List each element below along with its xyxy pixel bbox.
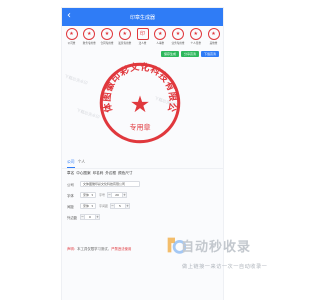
template-label: 其他章 (209, 42, 218, 45)
font-size-stepper[interactable]: − 20 + (107, 192, 128, 198)
template-label: 发票专用章 (118, 42, 132, 45)
font-row: 字体 宋体 ▾ 字号 − 20 + (67, 192, 218, 198)
template-label: 人事章 (156, 42, 165, 45)
template-label: 业务专用章 (171, 42, 185, 45)
font-label: 字体 (67, 193, 74, 198)
star-icon: ★ (130, 92, 151, 118)
page-title: 印章生成器 (129, 14, 155, 21)
template-item[interactable]: ★ 其他章 (207, 28, 220, 50)
company-input[interactable]: 文体图徽印彩文化科技有限公司 (80, 181, 140, 187)
template-item[interactable]: ★ 人事章 (154, 28, 167, 50)
template-list: ★ 公司章 ★ 财务专用章 ★ 合同专用章 ★ 发票专用章 印法人章 ★ 人事章 ★ 业务专用章 ★ 个人签… (62, 26, 223, 50)
margin-value[interactable]: 0 (85, 214, 95, 220)
chevron-down-icon: ▾ (91, 204, 93, 208)
letter-spacing-value[interactable]: 5 (115, 203, 126, 209)
template-label: 合同专用章 (100, 42, 114, 45)
font-select[interactable]: 宋体 ▾ (80, 192, 96, 198)
mode-tabs: 公司 个人 (62, 159, 223, 169)
template-label: 公司章 (67, 42, 76, 45)
subtab-color-size[interactable]: 颜色尺寸 (118, 171, 132, 176)
margin-row: 外边距 − 0 + (67, 214, 218, 220)
subtab-border[interactable]: 外边框 (105, 171, 116, 176)
share-button[interactable]: 分享高清 (180, 51, 199, 57)
template-item[interactable]: ★ 财务专用章 (83, 28, 96, 50)
font-size-value[interactable]: 20 (112, 192, 123, 198)
chevron-down-icon: ▾ (91, 193, 93, 197)
tab-company[interactable]: 公司 (67, 159, 75, 168)
seal-thumbnail-icon: ★ (154, 28, 167, 40)
template-label: 个人签章 (190, 42, 201, 45)
brand-tagline: 做上链接一来访一次一自动收录一 (182, 264, 268, 270)
seal-thumbnail-icon: ★ (172, 28, 184, 40)
plus-icon[interactable]: + (125, 203, 131, 209)
template-item[interactable]: 印法人章 (136, 28, 149, 50)
font-size-label: 字号 (99, 193, 106, 197)
save-button[interactable]: 保存生成 (160, 51, 179, 57)
plus-icon[interactable]: + (122, 192, 128, 198)
download-button[interactable]: 下载高清 (200, 51, 219, 57)
action-row: 保存生成 分享高清 下载高清 (62, 51, 223, 57)
app-window: ‹ 印章生成器 ★ 公司章 ★ 财务专用章 ★ 合同专用章 ★ 发票专用章 印法人章 ★ 人事章 ★ 业… (62, 8, 223, 300)
disclaimer-suffix: 严禁违法使用 (111, 247, 132, 251)
seal-thumbnail-icon: ★ (207, 28, 220, 40)
spacing-label: 间距 (67, 204, 74, 209)
margin-label: 外边距 (67, 215, 78, 220)
subtab-center-pattern[interactable]: 中心图案 (76, 171, 90, 176)
subtab-code[interactable]: 印名码 (93, 171, 104, 176)
seal-stamp: 文体图徽印彩文化科技有限公司 ★ 专用章 (96, 59, 181, 144)
seal-thumbnail-icon: ★ (83, 28, 96, 40)
settings-form: 公司 文体图徽印彩文化科技有限公司 字体 宋体 ▾ 字号 − 20 + 间距 宋体… (62, 178, 223, 228)
company-label: 公司 (67, 182, 74, 187)
stamp-preview: 下载后无水印 下载后无水印 下载后无水印 文体图徽印彩文化科技有限公司 ★ 专用… (62, 59, 223, 155)
watermark-text: 下载后无水印 (63, 73, 89, 86)
spacing-select[interactable]: 宋体 ▾ (80, 203, 96, 209)
seal-thumbnail-icon: ★ (189, 28, 202, 40)
template-item[interactable]: ★ 发票专用章 (118, 28, 131, 50)
template-label: 法人章 (138, 42, 147, 45)
template-item[interactable]: ★ 业务专用章 (172, 28, 185, 50)
plus-icon[interactable]: + (95, 214, 100, 220)
template-item[interactable]: ★ 公司章 (65, 28, 78, 50)
disclaimer: 声明：本工具仅限学习测试，严禁违法使用 (67, 246, 131, 251)
template-item[interactable]: ★ 合同专用章 (101, 28, 114, 50)
chevron-left-icon[interactable]: ‹ (67, 10, 71, 22)
header-bar: ‹ 印章生成器 (62, 8, 223, 26)
template-item[interactable]: ★ 个人签章 (189, 28, 202, 50)
brand-name: 自动秒收录 (181, 240, 252, 255)
subtab-name[interactable]: 章名 (67, 171, 74, 176)
seal-thumbnail-icon: ★ (101, 28, 113, 40)
margin-stepper[interactable]: − 0 + (80, 214, 100, 220)
template-label: 财务专用章 (82, 42, 96, 45)
company-row: 公司 文体图徽印彩文化科技有限公司 (67, 181, 218, 187)
spacing-row: 间距 宋体 ▾ 字间距 − 5 + (67, 203, 218, 209)
disclaimer-middle: 本工具仅限学习测试， (77, 247, 112, 251)
disclaimer-prefix: 声明： (67, 247, 78, 251)
spacing-select-value: 宋体 (83, 204, 90, 208)
tab-personal[interactable]: 个人 (78, 159, 86, 168)
seal-thumbnail-icon: ★ (118, 28, 131, 40)
letter-spacing-label: 字间距 (99, 204, 109, 208)
letter-spacing-stepper[interactable]: − 5 + (110, 203, 131, 209)
seal-thumbnail-icon: 印 (136, 28, 149, 40)
option-tabs: 章名 中心图案 印名码 外边框 颜色尺寸 (62, 169, 223, 178)
font-select-value: 宋体 (83, 193, 90, 197)
seal-bottom-text: 专用章 (129, 122, 150, 131)
seal-thumbnail-icon: ★ (65, 28, 78, 40)
